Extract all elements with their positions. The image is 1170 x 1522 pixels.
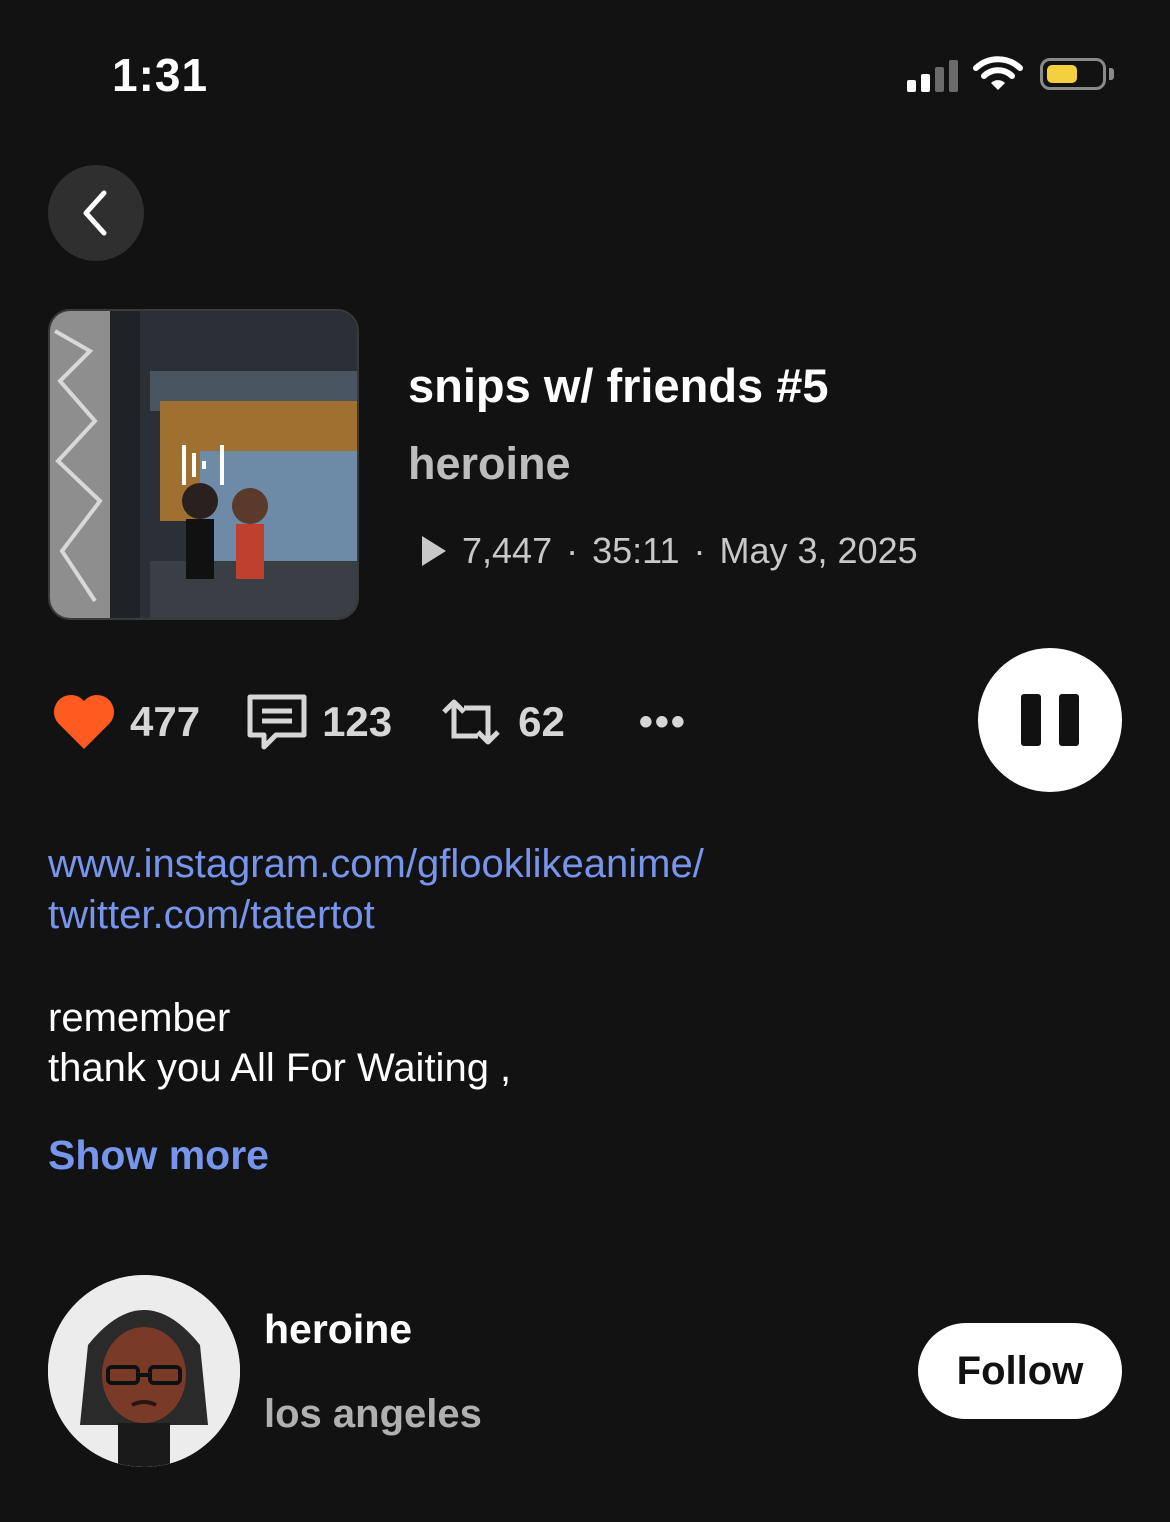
artist-avatar[interactable] xyxy=(48,1275,240,1467)
artist-location: los angeles xyxy=(264,1392,482,1436)
twitter-link[interactable]: twitter.com/tatertot xyxy=(48,893,375,938)
action-bar: 477 123 62 ••• xyxy=(52,690,687,754)
cellular-signal-icon xyxy=(907,58,961,92)
comment-icon xyxy=(247,694,307,750)
comment-button[interactable]: 123 xyxy=(246,693,392,751)
play-icon xyxy=(422,536,446,566)
separator: · xyxy=(566,530,579,571)
battery-tip xyxy=(1109,68,1114,80)
repost-count: 62 xyxy=(518,698,565,745)
show-more-link[interactable]: Show more xyxy=(48,1132,269,1179)
track-duration: 35:11 xyxy=(592,530,680,571)
like-button[interactable]: 477 xyxy=(52,693,200,751)
heart-icon xyxy=(53,694,115,749)
follow-button[interactable]: Follow xyxy=(918,1323,1122,1419)
like-count: 477 xyxy=(130,698,201,745)
instagram-link[interactable]: www.instagram.com/gflooklikeanime/ xyxy=(48,842,704,887)
description-line: thank you All For Waiting , xyxy=(48,1046,512,1090)
track-artwork[interactable] xyxy=(48,309,359,620)
description-line: remember xyxy=(48,996,231,1040)
back-button[interactable] xyxy=(48,165,144,261)
track-meta: 7,447 · 35:11 · May 3, 2025 xyxy=(420,530,918,572)
more-options-button[interactable]: ••• xyxy=(639,700,687,745)
pause-icon xyxy=(1059,694,1079,746)
repost-button[interactable]: 62 xyxy=(438,696,565,748)
pause-button[interactable] xyxy=(978,648,1122,792)
status-time: 1:31 xyxy=(112,49,209,101)
play-count: 7,447 xyxy=(462,530,553,571)
release-date: May 3, 2025 xyxy=(719,530,918,571)
track-title: snips w/ friends #5 xyxy=(408,359,829,412)
track-artist[interactable]: heroine xyxy=(408,438,571,490)
battery-icon xyxy=(1040,58,1106,90)
wifi-icon xyxy=(972,54,1024,92)
chevron-left-icon xyxy=(83,190,107,236)
artist-name[interactable]: heroine xyxy=(264,1306,412,1353)
repost-icon xyxy=(442,699,500,745)
waveform-icon xyxy=(182,445,224,485)
comment-count: 123 xyxy=(322,698,393,745)
separator: · xyxy=(693,530,706,571)
pause-icon xyxy=(1021,694,1041,746)
